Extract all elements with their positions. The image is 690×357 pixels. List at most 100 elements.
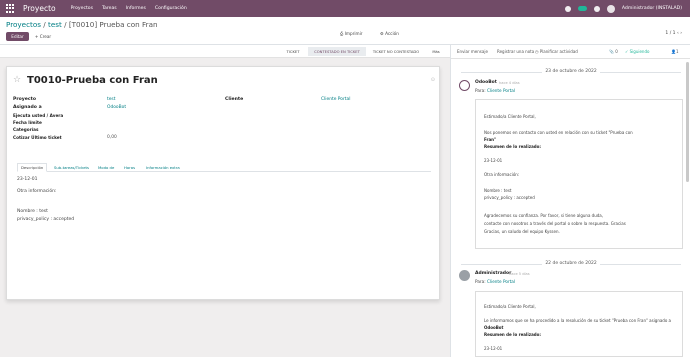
task-title[interactable]: T0010-Prueba con Fran: [27, 75, 158, 86]
attachment-icon[interactable]: ⊙: [431, 77, 435, 83]
stage-more[interactable]: Más: [426, 47, 446, 56]
field-value-cliente[interactable]: Cliente Portal: [321, 97, 350, 102]
message-recipients-prefix: Para:: [475, 88, 487, 93]
schedule-activity-button[interactable]: ◷ Planificar actividad: [535, 49, 578, 54]
chatter-scrollbar[interactable]: [686, 62, 689, 182]
message-recipients: Para: Cliente Portal: [475, 88, 515, 93]
admin-avatar: [459, 270, 470, 281]
field-value-proyecto[interactable]: test: [107, 97, 115, 102]
edit-button[interactable]: Editar: [6, 32, 29, 41]
main-navbar: Proyecto Proyectos Tareas Informes Confi…: [0, 0, 690, 17]
date-separator: 23 de octubre de 2022: [461, 69, 681, 75]
field-label-ejecuta: Ejecuta usted / Avera: [13, 113, 64, 118]
app-brand[interactable]: Proyecto: [23, 4, 56, 13]
message-line: Resumen de lo realizado:: [484, 332, 541, 337]
create-button[interactable]: + Crear: [33, 32, 53, 41]
description-line: Nombre : test: [17, 209, 48, 214]
pager[interactable]: 1 / 1 ‹ ›: [665, 31, 682, 36]
field-label-categorias: Categorías: [13, 127, 39, 132]
stage-no-contestado[interactable]: TICKET NO CONTESTADO: [366, 47, 426, 56]
attachments-button[interactable]: 📎 0: [609, 49, 618, 54]
breadcrumb: Proyectos / test / [T0010] Prueba con Fr…: [6, 20, 158, 29]
field-value-asignado[interactable]: OdooBot: [107, 105, 126, 110]
form-area: ☆ T0010-Prueba con Fran ⊙ Proyecto test …: [0, 58, 450, 357]
breadcrumb-separator: /: [64, 20, 67, 29]
field-label-asignado: Asignado a: [13, 105, 42, 110]
user-avatar[interactable]: [606, 4, 615, 13]
activity-icon[interactable]: [564, 5, 571, 12]
log-note-button[interactable]: Registrar una nota: [497, 49, 534, 54]
message-line: 23-12-01: [484, 346, 503, 351]
star-icon[interactable]: ☆: [13, 75, 21, 85]
message-line: Fran": [484, 137, 497, 142]
message-line: Estimado/a Cliente Portal,: [484, 114, 536, 119]
message-author[interactable]: OdooBot: [475, 80, 497, 85]
send-message-button[interactable]: Enviar mensaje: [457, 49, 488, 54]
description-line: 23-12-01: [17, 177, 38, 182]
recipient-link[interactable]: Cliente Portal: [487, 88, 515, 93]
clock-icon[interactable]: [593, 5, 600, 12]
tab-info-extra[interactable]: Información extra: [143, 163, 183, 172]
schedule-activity-label: Planificar actividad: [539, 49, 578, 54]
field-label-fecha: Fecha límite: [13, 120, 42, 125]
action-dropdown[interactable]: ⚙ Acción: [380, 31, 399, 36]
stage-contestado[interactable]: CONTESTADO EN TICKET: [308, 47, 366, 56]
tab-descripcion[interactable]: Descripción: [17, 163, 48, 172]
chatter: Enviar mensaje Registrar una nota ◷ Plan…: [450, 45, 690, 357]
message-line: 23-12-01: [484, 158, 503, 163]
field-label-proyecto: Proyecto: [13, 97, 36, 102]
recipient-link[interactable]: Cliente Portal: [487, 279, 515, 284]
message-line: Agradecemos su confianza. Por favor, si …: [484, 213, 604, 218]
odoobot-avatar: [459, 80, 470, 91]
chatter-topbar: Enviar mensaje Registrar una nota ◷ Plan…: [451, 45, 690, 59]
control-panel: Proyectos / test / [T0010] Prueba con Fr…: [0, 17, 690, 45]
breadcrumb-proyectos[interactable]: Proyectos: [6, 20, 41, 29]
tab-subtareas[interactable]: Sub-tareas/Tickets: [51, 163, 92, 172]
user-menu[interactable]: Administrador (INSTALAD): [622, 6, 682, 11]
field-value-cotizar[interactable]: 0,00: [107, 135, 117, 140]
message-time: hace 4 días: [499, 81, 520, 85]
breadcrumb-separator: /: [43, 20, 46, 29]
message-line: Estimado/a Cliente Portal,: [484, 304, 536, 309]
date-separator: 22 de octubre de 2022: [461, 261, 681, 267]
messaging-icon[interactable]: [577, 6, 587, 11]
breadcrumb-current: [T0010] Prueba con Fran: [68, 20, 158, 29]
notebook-tabs: Descripción Sub-tareas/Tickets Modo de H…: [17, 163, 431, 172]
message-author[interactable]: Administrador: [475, 271, 511, 276]
followers-button[interactable]: 👤1: [671, 49, 679, 54]
menu-informes[interactable]: Informes: [126, 6, 146, 11]
description-line: privacy_policy : accepted: [17, 217, 75, 222]
message-time: hace 5 días: [509, 272, 530, 276]
message-body: Estimado/a Cliente Portal, Le informamos…: [475, 291, 683, 357]
print-dropdown[interactable]: ⎙ Imprimir: [340, 31, 363, 36]
app-menu-icon[interactable]: [6, 4, 15, 13]
message-recipients-prefix: Para:: [475, 279, 487, 284]
message-line: Nos ponemos en contacto con usted en rel…: [484, 130, 633, 135]
breadcrumb-test[interactable]: test: [48, 20, 62, 29]
follow-button[interactable]: ✓ Siguiendo: [625, 49, 649, 54]
message-recipients: Para: Cliente Portal: [475, 279, 515, 284]
message-line: Nombre : test: [484, 188, 512, 193]
menu-proyectos[interactable]: Proyectos: [71, 6, 93, 11]
followers-count: 1: [675, 49, 679, 54]
print-label: Imprimir: [344, 31, 363, 36]
message-line: privacy_policy : accepted: [484, 195, 535, 200]
message-body: Estimado/a Cliente Portal, Nos ponemos e…: [475, 99, 683, 249]
tab-modo[interactable]: Modo de: [95, 163, 117, 172]
status-bar: TICKET CONTESTADO EN TICKET TICKET NO CO…: [0, 45, 450, 58]
message-line: Gracias, un saludo del equipo Kyssen.: [484, 229, 560, 234]
message-line: OdooBot: [484, 325, 504, 330]
description-line: Otra información:: [17, 189, 57, 194]
pager-value: 1 / 1: [665, 31, 676, 36]
stage-ticket[interactable]: TICKET: [278, 47, 308, 56]
follow-label: Siguiendo: [629, 49, 650, 54]
tab-horas[interactable]: Horas: [121, 163, 138, 172]
message-line: Otra información:: [484, 172, 520, 177]
date-separator-text: 22 de octubre de 2022: [542, 261, 600, 266]
message-line: contacte con nosotros a través del porta…: [484, 221, 626, 226]
menu-tareas[interactable]: Tareas: [102, 6, 117, 11]
action-label: Acción: [385, 31, 399, 36]
message-line: Resumen de lo realizado:: [484, 144, 541, 149]
menu-configuracion[interactable]: Configuración: [155, 6, 187, 11]
form-sheet: ☆ T0010-Prueba con Fran ⊙ Proyecto test …: [6, 66, 440, 300]
